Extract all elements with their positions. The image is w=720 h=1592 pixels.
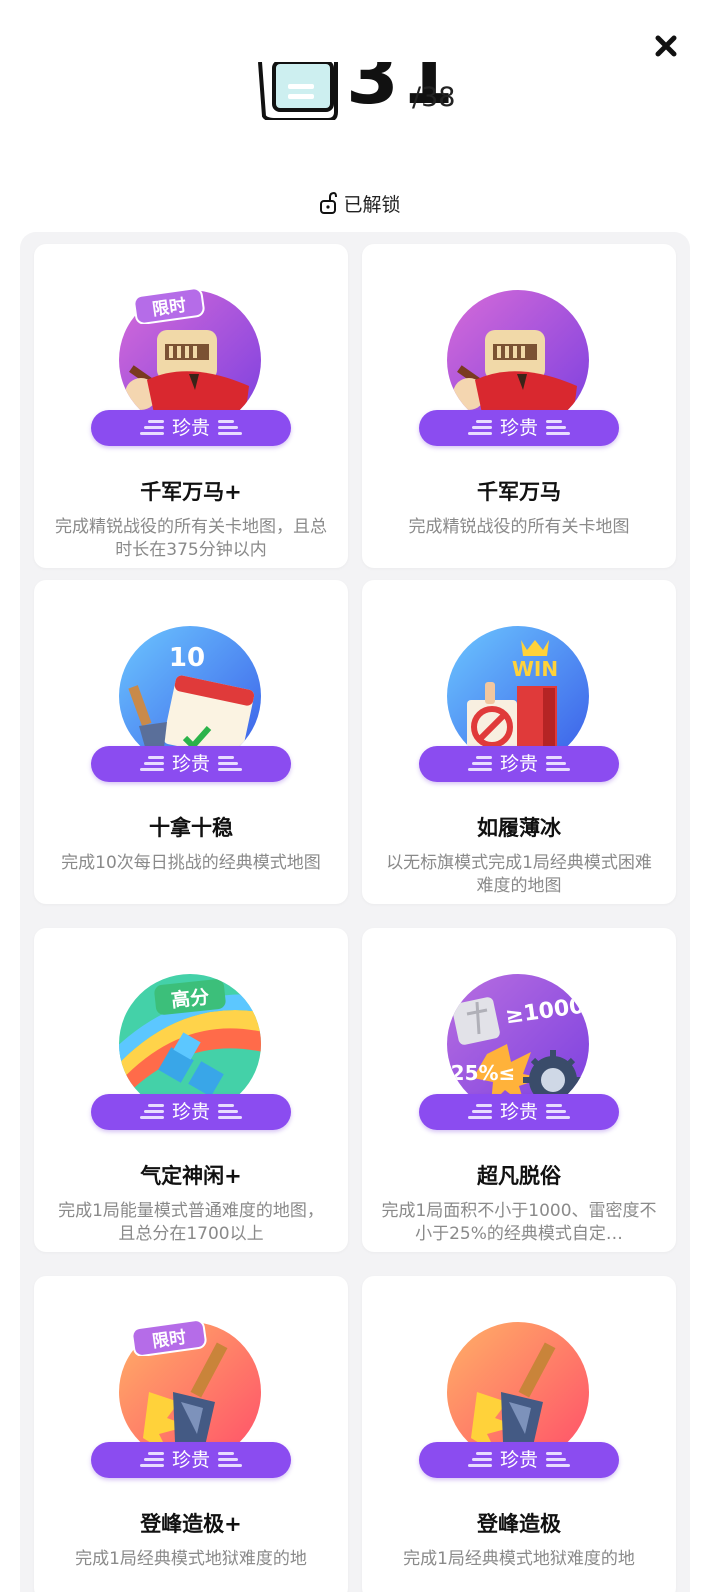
rarity-label: 珍贵 [499,1101,538,1123]
rarity-left-bars-icon [467,1452,492,1467]
unlock-icon [320,192,338,214]
achievement-desc: 完成1局经典模式地狱难度的地 [75,1549,307,1569]
achievement-badge: 限时 珍贵 [91,1320,291,1482]
rarity-pill: 珍贵 [91,746,291,782]
rarity-left-bars-icon [467,1104,492,1119]
achievement-desc: 完成10次每日挑战的经典模式地图 [61,853,321,873]
achievement-title: 如履薄冰 [477,816,561,840]
no-flag-icon: WIN [447,626,589,766]
rainbow-blocks-icon: 高分 [119,974,261,1114]
rarity-left-bars-icon [139,1104,164,1119]
rarity-label: 珍贵 [171,1101,210,1123]
rarity-left-bars-icon [139,756,164,771]
rarity-pill: 珍贵 [91,410,291,446]
achievement-card[interactable]: 珍贵 千军万马 完成精锐战役的所有关卡地图 [362,244,676,568]
rarity-left-bars-icon [139,420,164,435]
achievement-badge: WIN 珍贵 [419,626,619,786]
achievement-badge: 珍贵 [419,1322,619,1482]
rarity-pill: 珍贵 [419,1442,619,1478]
achievement-badge: 10 珍贵 [91,626,291,786]
achievement-badge: 高分 珍贵 [91,974,291,1134]
achievement-desc: 完成1局面积不小于1000、雷密度不小于25%的经典模式自定… [381,1201,657,1244]
badge-tag-text: 10 [169,643,205,673]
badge-tag-text: 高分 [170,985,210,1012]
achievement-desc: 完成1局能量模式普通难度的地图，且总分在1700以上 [58,1201,324,1244]
limited-tag-icon: 限时 [131,1320,207,1356]
achievement-title: 超凡脱俗 [477,1164,561,1188]
achievement-card[interactable]: 高分 珍贵 气定神闲+ 完成1局能量模式普通难度的地图，且总分在1700以上 [34,928,348,1252]
rarity-left-bars-icon [467,420,492,435]
achievement-badge: 限时 珍贵 [91,288,291,450]
rarity-pill: 珍贵 [419,410,619,446]
rarity-pill: 珍贵 [419,746,619,782]
close-button[interactable] [648,28,684,64]
achievement-badge: 珍贵 [419,290,619,450]
shovel-burst-icon [447,1322,589,1462]
achievement-title: 十拿十稳 [149,816,233,840]
rarity-label: 珍贵 [499,1449,538,1471]
rarity-right-bars-icon [546,1104,570,1119]
rarity-right-bars-icon [218,1104,242,1119]
achievement-title: 气定神闲+ [140,1164,242,1188]
achievement-grid: 限时 珍贵 千军万马+ 完成精锐战役的所有关卡地图，且总时长在375分钟以内 珍… [20,232,690,1592]
rarity-pill: 珍贵 [91,1442,291,1478]
rarity-left-bars-icon [467,756,492,771]
achievement-desc: 完成精锐战役的所有关卡地图，且总时长在375分钟以内 [55,517,327,560]
rarity-left-bars-icon [139,1452,164,1467]
knight-helmet-icon [447,290,589,430]
badge-tag-text: WIN [512,657,558,681]
achievement-card[interactable]: 限时 珍贵 千军万马+ 完成精锐战役的所有关卡地图，且总时长在375分钟以内 [34,244,348,568]
rarity-right-bars-icon [218,756,242,771]
rarity-label: 珍贵 [171,1449,210,1471]
achievement-title: 登峰造极 [477,1512,561,1536]
rarity-pill: 珍贵 [419,1094,619,1130]
achievement-card[interactable]: WIN 珍贵 如履薄冰 以无标旗模式完成1局经典模式困难难度的地图 [362,580,676,904]
unlocked-label: 已解锁 [343,194,401,216]
rarity-right-bars-icon [218,420,242,435]
rarity-label: 珍贵 [499,753,538,775]
rarity-right-bars-icon [546,756,570,771]
achievement-title: 千军万马+ [140,480,242,504]
rarity-label: 珍贵 [171,417,210,439]
achievement-counter: 31 /38 [0,62,720,132]
unlocked-filter[interactable]: 已解锁 [0,190,720,217]
achievement-desc: 以无标旗模式完成1局经典模式困难难度的地图 [386,853,652,896]
rarity-label: 珍贵 [171,753,210,775]
achievement-card[interactable]: 10 珍贵 十拿十稳 完成10次每日挑战的经典模式地图 [34,580,348,904]
achievement-card[interactable]: 珍贵 登峰造极 完成1局经典模式地狱难度的地 [362,1276,676,1592]
total-count: /38 [412,82,456,113]
achievement-title: 千军万马 [477,480,561,504]
close-icon [655,35,677,57]
rarity-right-bars-icon [546,420,570,435]
achievement-title: 登峰造极+ [140,1512,242,1536]
book-icon [258,62,338,120]
achievement-card[interactable]: 限时 珍贵 登峰造极+ 完成1局经典模式地狱难度的地 [34,1276,348,1592]
rarity-pill: 珍贵 [91,1094,291,1130]
achievement-card[interactable]: ≥1000 25%≤ 珍贵 超凡脱俗 完成1局面积不小于1000、雷密度不小于2… [362,928,676,1252]
achievement-desc: 完成1局经典模式地狱难度的地 [403,1549,635,1569]
achievement-badge: ≥1000 25%≤ 珍贵 [419,974,619,1134]
rarity-right-bars-icon [546,1452,570,1467]
mine-tile-icon: ≥1000 25%≤ [447,974,589,1114]
rarity-right-bars-icon [218,1452,242,1467]
rarity-label: 珍贵 [499,417,538,439]
calendar-shovel-icon: 10 [119,626,261,766]
limited-tag-icon: 限时 [133,288,205,324]
achievement-desc: 完成精锐战役的所有关卡地图 [408,517,630,537]
badge-tag2-text: 25%≤ [451,1061,516,1085]
